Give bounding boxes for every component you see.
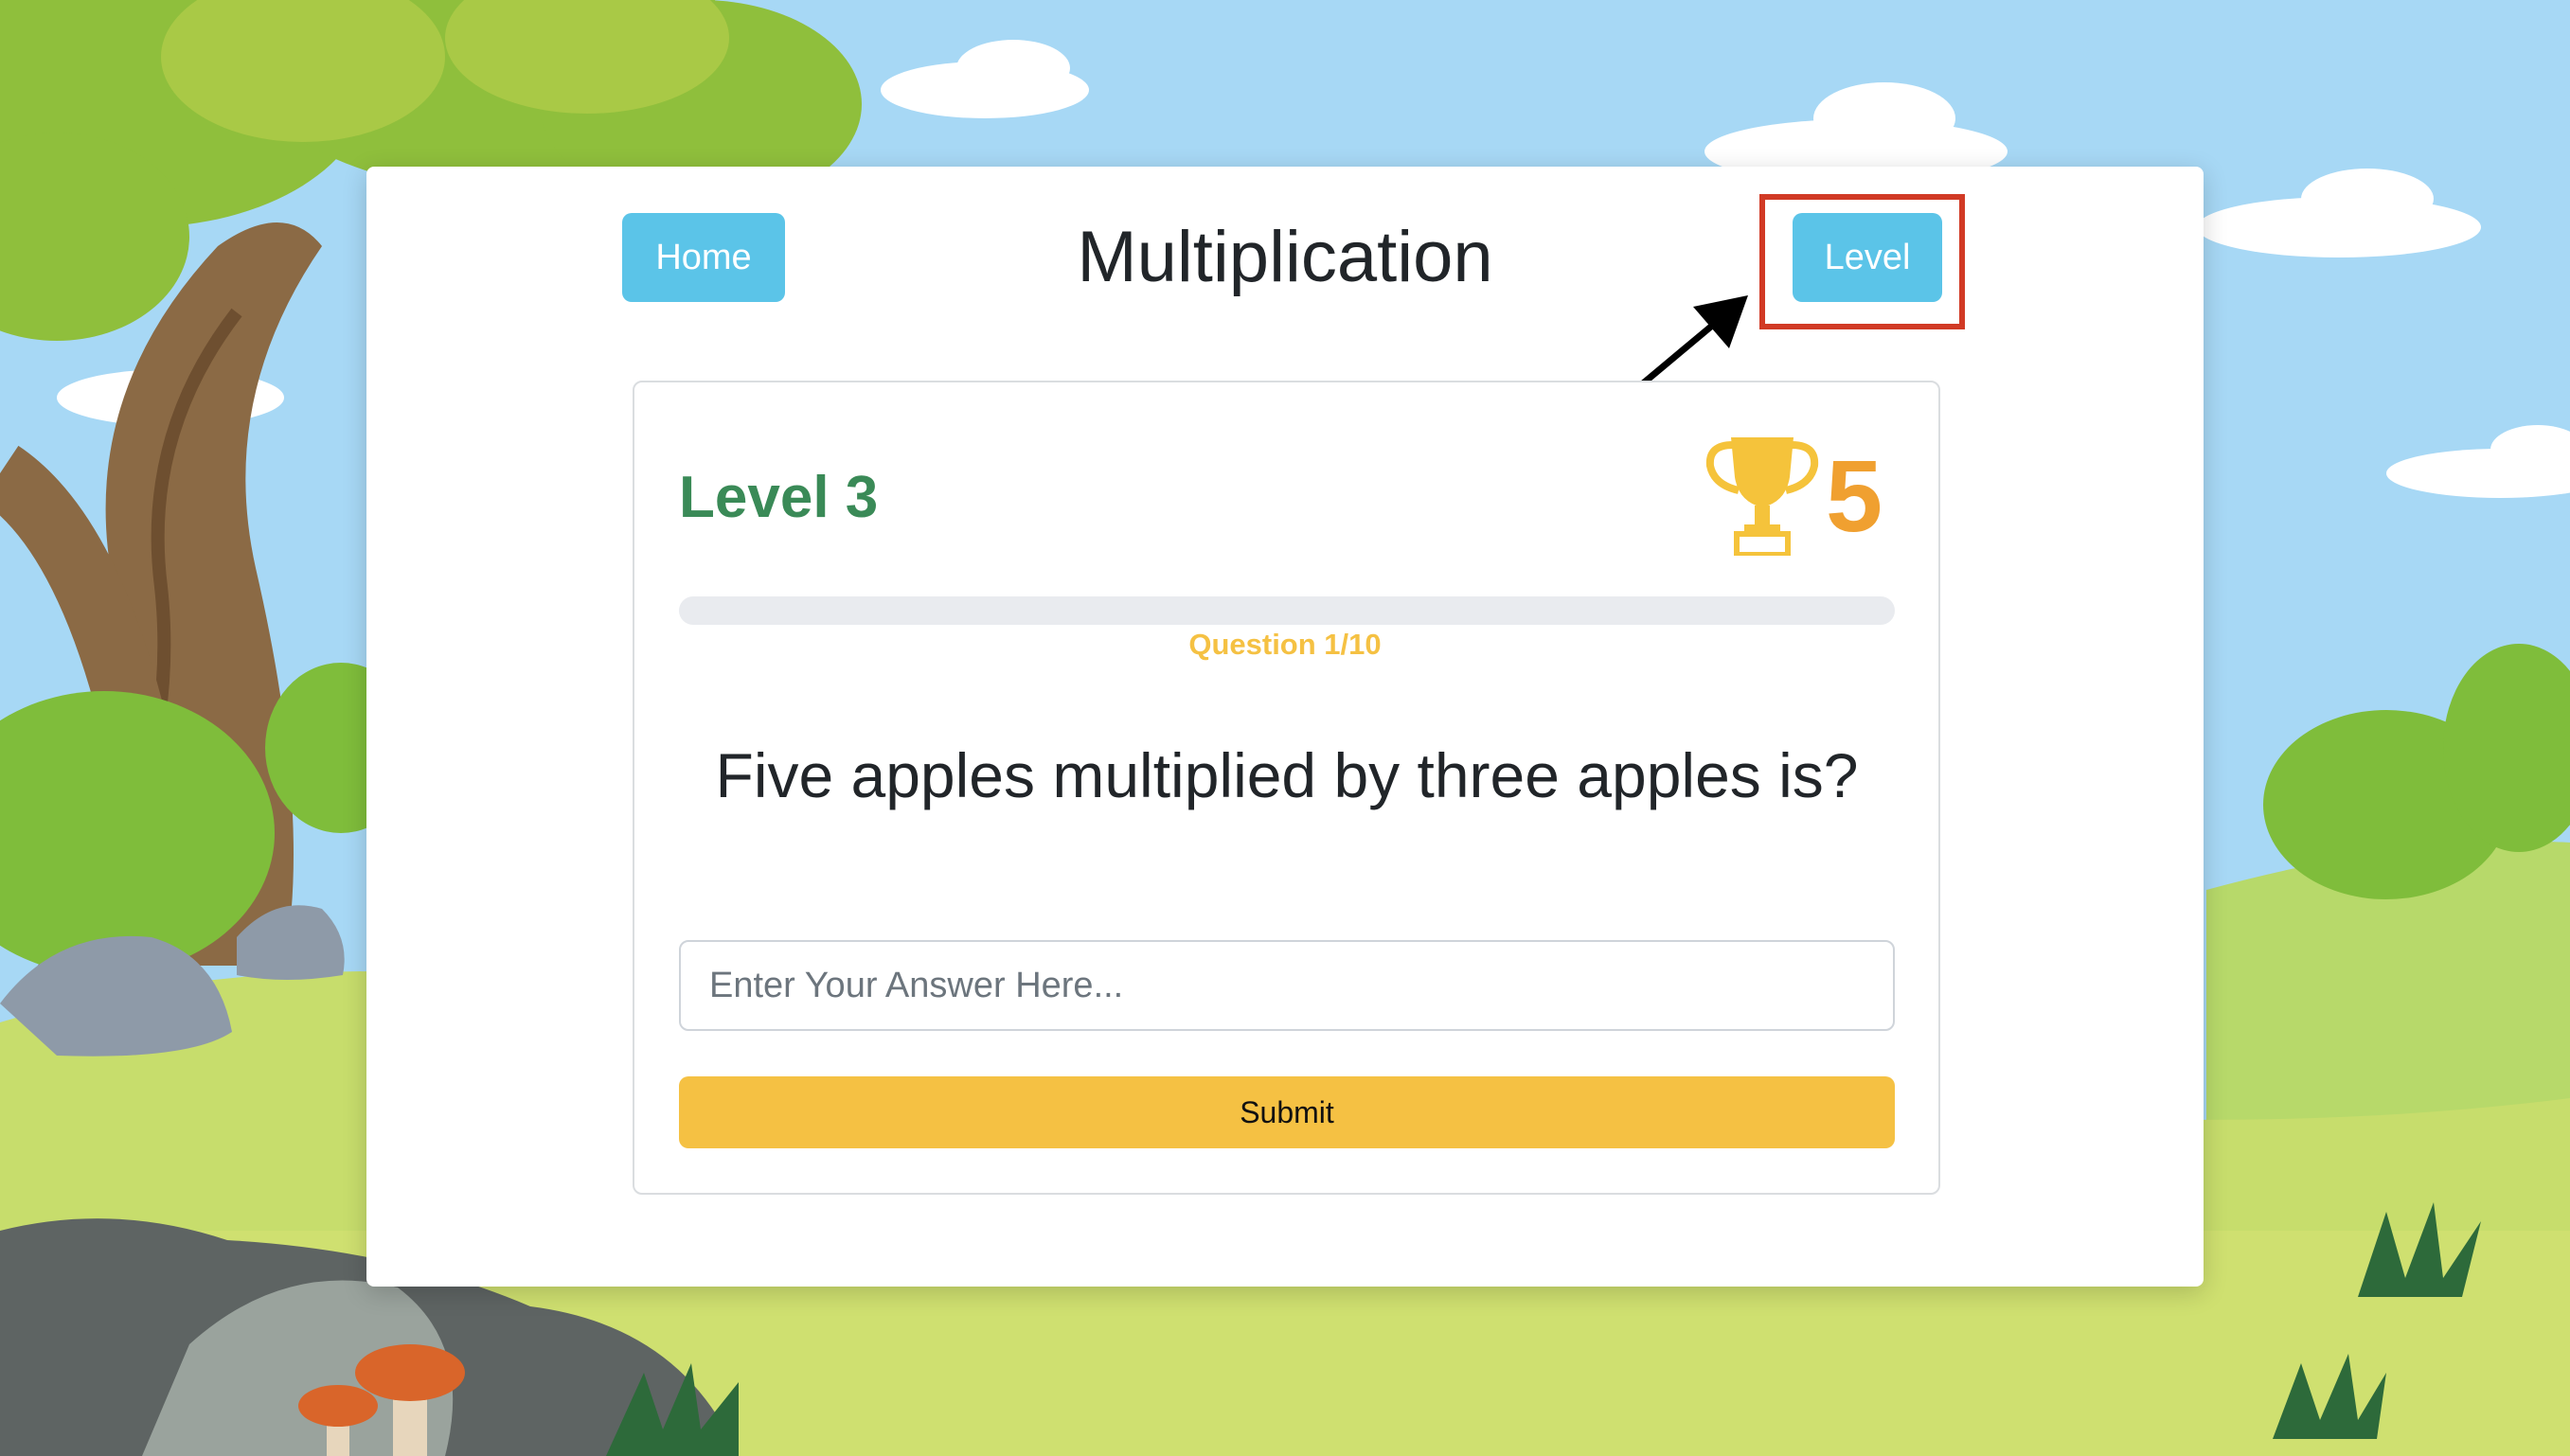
highlight-box [1759,194,1965,329]
level-title: Level 3 [679,465,879,530]
trophy-icon [1705,437,1819,556]
question-counter: Question 1/10 [1188,628,1382,661]
submit-button[interactable]: Submit [679,1076,1895,1148]
question-text: Five apples multiplied by three apples i… [715,740,1859,810]
page-title: Multiplication [1077,217,1493,297]
question-progress-bar [679,596,1895,625]
answer-input[interactable] [679,940,1895,1031]
score-value: 5 [1826,438,1883,553]
